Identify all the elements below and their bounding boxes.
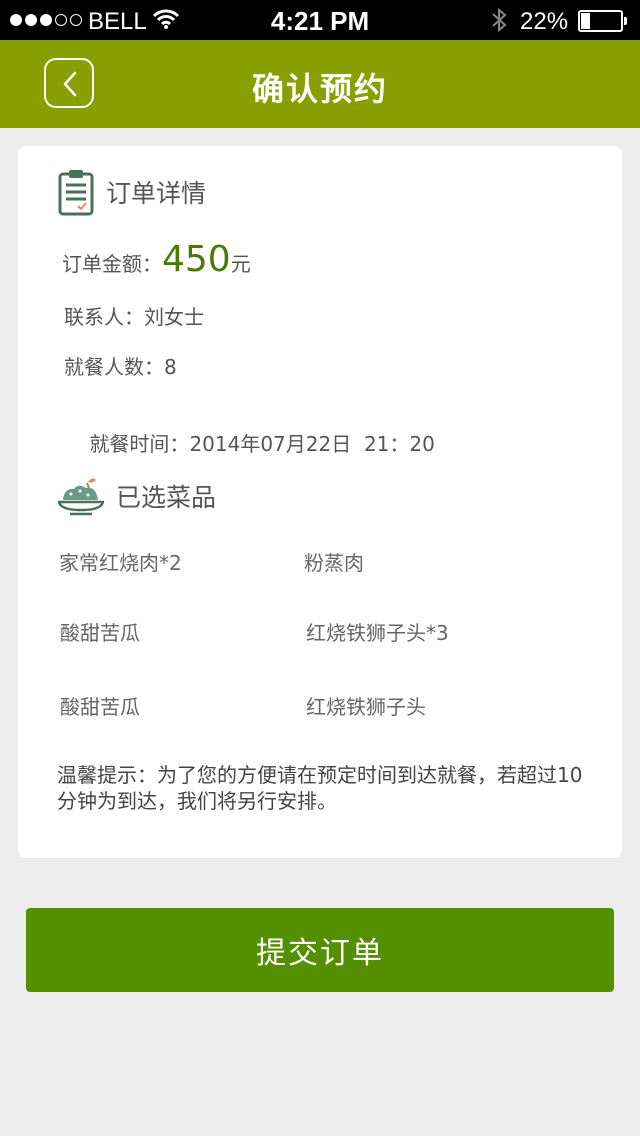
time-value: 2014年07月22日 21：20 [189,432,435,456]
navigation-bar: 确认预约 [0,40,640,128]
contact-row: 联系人：刘女士 [64,301,204,330]
reminder-tip: 温馨提示：为了您的方便请在预定时间到达就餐，若超过10分钟为到达，我们将另行安排… [57,763,583,813]
contact-label: 联系人： [64,305,144,329]
bluetooth-icon [492,7,507,33]
contact-value: 刘女士 [144,305,204,329]
section-title: 已选菜品 [116,483,217,512]
dish-item: 红烧铁狮子头*3 [306,621,449,645]
battery-icon [578,10,628,32]
dish-item: 家常红烧肉*2 [59,551,182,575]
order-card: 订单详情 订单金额：450元 联系人：刘女士 就餐人数：8 就餐时间：2014年… [18,146,622,858]
amount-unit: 元 [230,252,251,276]
clipboard-icon [58,170,94,216]
dish-item: 酸甜苦瓜 [60,695,140,719]
diners-row: 就餐人数：8 [64,351,177,380]
order-amount-row: 订单金额：450元 [62,239,251,280]
amount-value: 450 [162,239,231,280]
dish-item: 粉蒸肉 [304,551,364,575]
section-title: 订单详情 [106,179,207,208]
submit-order-button[interactable]: 提交订单 [26,908,614,992]
order-details-header: 订单详情 [58,168,206,216]
time-label: 就餐时间： [89,432,190,456]
amount-label: 订单金额： [62,252,162,276]
diners-value: 8 [164,355,177,379]
page-title: 确认预约 [251,70,388,108]
selected-dishes-header: 已选菜品 [58,476,216,516]
rice-bowl-icon [58,478,104,516]
diners-label: 就餐人数： [64,355,164,379]
battery-percentage: 22% [520,8,569,35]
dining-time-row: 就餐时间：2014年07月22日 21：20 [64,404,435,481]
status-bar: BELL 4:21 PM 22% [0,0,640,40]
dish-item: 红烧铁狮子头 [306,695,426,719]
dish-item: 酸甜苦瓜 [60,621,140,645]
